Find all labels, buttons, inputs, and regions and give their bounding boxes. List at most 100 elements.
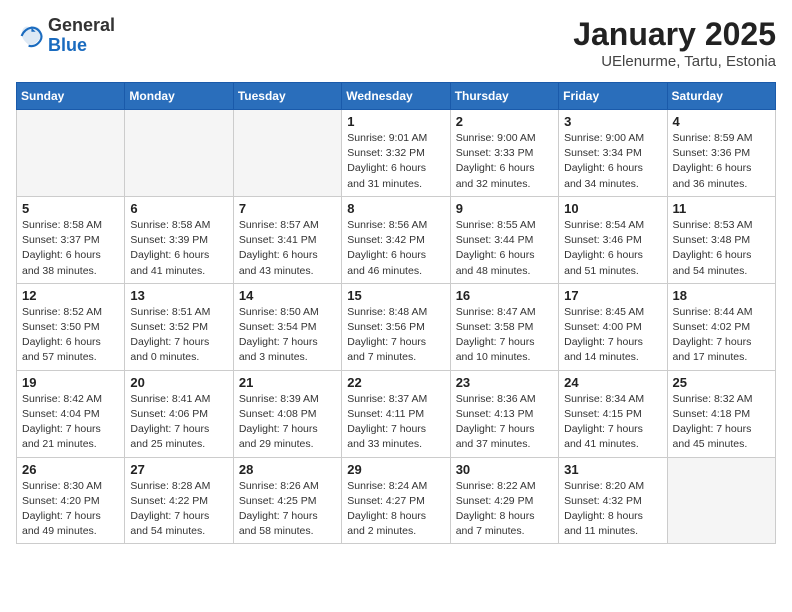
day-detail: Sunrise: 8:41 AM Sunset: 4:06 PM Dayligh… bbox=[130, 392, 227, 453]
day-number: 2 bbox=[456, 114, 553, 129]
day-number: 23 bbox=[456, 375, 553, 390]
week-row-4: 26 Sunrise: 8:30 AM Sunset: 4:20 PM Dayli… bbox=[17, 457, 776, 544]
calendar-cell: 3Sunrise: 9:00 AM Sunset: 3:34 PM Daylig… bbox=[559, 110, 667, 197]
day-detail: Sunrise: 9:01 AM Sunset: 3:32 PM Dayligh… bbox=[347, 131, 444, 192]
day-number: 8 bbox=[347, 201, 444, 216]
calendar-cell: 29 Sunrise: 8:24 AM Sunset: 4:27 PM Dayli… bbox=[342, 457, 450, 544]
calendar-cell: 6 Sunrise: 8:58 AM Sunset: 3:39 PM Daylig… bbox=[125, 196, 233, 283]
day-number: 21 bbox=[239, 375, 336, 390]
calendar-cell: 1 Sunrise: 9:01 AM Sunset: 3:32 PM Daylig… bbox=[342, 110, 450, 197]
day-detail: Sunrise: 8:34 AM Sunset: 4:15 PM Dayligh… bbox=[564, 392, 661, 453]
calendar-cell: 20 Sunrise: 8:41 AM Sunset: 4:06 PM Dayli… bbox=[125, 370, 233, 457]
day-detail: Sunrise: 8:52 AM Sunset: 3:50 PM Dayligh… bbox=[22, 305, 119, 366]
day-detail: Sunrise: 8:20 AM Sunset: 4:32 PM Dayligh… bbox=[564, 479, 661, 540]
day-number: 15 bbox=[347, 288, 444, 303]
calendar-cell: 26 Sunrise: 8:30 AM Sunset: 4:20 PM Dayli… bbox=[17, 457, 125, 544]
calendar-cell: 23 Sunrise: 8:36 AM Sunset: 4:13 PM Dayli… bbox=[450, 370, 558, 457]
day-detail: Sunrise: 8:36 AM Sunset: 4:13 PM Dayligh… bbox=[456, 392, 553, 453]
day-detail: Sunrise: 8:56 AM Sunset: 3:42 PM Dayligh… bbox=[347, 218, 444, 279]
day-number: 6 bbox=[130, 201, 227, 216]
day-number: 10 bbox=[564, 201, 661, 216]
day-detail: Sunrise: 8:59 AM Sunset: 3:36 PM Dayligh… bbox=[673, 131, 770, 192]
day-number: 4 bbox=[673, 114, 770, 129]
calendar-cell: 4 Sunrise: 8:59 AM Sunset: 3:36 PM Daylig… bbox=[667, 110, 775, 197]
day-number: 12 bbox=[22, 288, 119, 303]
day-number: 16 bbox=[456, 288, 553, 303]
day-detail: Sunrise: 8:51 AM Sunset: 3:52 PM Dayligh… bbox=[130, 305, 227, 366]
calendar-cell: 27 Sunrise: 8:28 AM Sunset: 4:22 PM Dayli… bbox=[125, 457, 233, 544]
calendar-cell: 25 Sunrise: 8:32 AM Sunset: 4:18 PM Dayli… bbox=[667, 370, 775, 457]
day-detail: Sunrise: 8:37 AM Sunset: 4:11 PM Dayligh… bbox=[347, 392, 444, 453]
calendar-cell: 16 Sunrise: 8:47 AM Sunset: 3:58 PM Dayli… bbox=[450, 283, 558, 370]
header-day-wednesday: Wednesday bbox=[342, 83, 450, 110]
calendar-cell: 14 Sunrise: 8:50 AM Sunset: 3:54 PM Dayli… bbox=[233, 283, 341, 370]
day-detail: Sunrise: 8:48 AM Sunset: 3:56 PM Dayligh… bbox=[347, 305, 444, 366]
header-row: SundayMondayTuesdayWednesdayThursdayFrid… bbox=[17, 83, 776, 110]
day-number: 31 bbox=[564, 462, 661, 477]
day-number: 27 bbox=[130, 462, 227, 477]
day-detail: Sunrise: 8:53 AM Sunset: 3:48 PM Dayligh… bbox=[673, 218, 770, 279]
calendar-cell: 10Sunrise: 8:54 AM Sunset: 3:46 PM Dayli… bbox=[559, 196, 667, 283]
day-number: 3 bbox=[564, 114, 661, 129]
day-number: 18 bbox=[673, 288, 770, 303]
day-number: 17 bbox=[564, 288, 661, 303]
calendar-cell: 5 Sunrise: 8:58 AM Sunset: 3:37 PM Daylig… bbox=[17, 196, 125, 283]
day-number: 30 bbox=[456, 462, 553, 477]
week-row-2: 12 Sunrise: 8:52 AM Sunset: 3:50 PM Dayli… bbox=[17, 283, 776, 370]
day-detail: Sunrise: 8:58 AM Sunset: 3:39 PM Dayligh… bbox=[130, 218, 227, 279]
calendar-cell: 2 Sunrise: 9:00 AM Sunset: 3:33 PM Daylig… bbox=[450, 110, 558, 197]
calendar-cell: 8 Sunrise: 8:56 AM Sunset: 3:42 PM Daylig… bbox=[342, 196, 450, 283]
day-detail: Sunrise: 8:44 AM Sunset: 4:02 PM Dayligh… bbox=[673, 305, 770, 366]
day-number: 14 bbox=[239, 288, 336, 303]
calendar-subtitle: UElenurme, Tartu, Estonia bbox=[573, 53, 776, 70]
day-detail: Sunrise: 8:32 AM Sunset: 4:18 PM Dayligh… bbox=[673, 392, 770, 453]
day-detail: Sunrise: 8:57 AM Sunset: 3:41 PM Dayligh… bbox=[239, 218, 336, 279]
calendar-cell: 28Sunrise: 8:26 AM Sunset: 4:25 PM Dayli… bbox=[233, 457, 341, 544]
day-number: 26 bbox=[22, 462, 119, 477]
day-detail: Sunrise: 8:47 AM Sunset: 3:58 PM Dayligh… bbox=[456, 305, 553, 366]
header-day-friday: Friday bbox=[559, 83, 667, 110]
calendar-cell: 7 Sunrise: 8:57 AM Sunset: 3:41 PM Daylig… bbox=[233, 196, 341, 283]
day-number: 7 bbox=[239, 201, 336, 216]
day-number: 1 bbox=[347, 114, 444, 129]
day-number: 5 bbox=[22, 201, 119, 216]
calendar-cell: 18 Sunrise: 8:44 AM Sunset: 4:02 PM Dayli… bbox=[667, 283, 775, 370]
day-detail: Sunrise: 8:58 AM Sunset: 3:37 PM Dayligh… bbox=[22, 218, 119, 279]
day-number: 29 bbox=[347, 462, 444, 477]
day-detail: Sunrise: 8:55 AM Sunset: 3:44 PM Dayligh… bbox=[456, 218, 553, 279]
day-number: 20 bbox=[130, 375, 227, 390]
day-number: 19 bbox=[22, 375, 119, 390]
calendar-cell: 11 Sunrise: 8:53 AM Sunset: 3:48 PM Dayli… bbox=[667, 196, 775, 283]
page-header: General Blue January 2025 UElenurme, Tar… bbox=[16, 16, 776, 70]
day-number: 25 bbox=[673, 375, 770, 390]
day-number: 11 bbox=[673, 201, 770, 216]
calendar-title: January 2025 bbox=[573, 16, 776, 53]
day-detail: Sunrise: 8:28 AM Sunset: 4:22 PM Dayligh… bbox=[130, 479, 227, 540]
calendar-cell: 21Sunrise: 8:39 AM Sunset: 4:08 PM Dayli… bbox=[233, 370, 341, 457]
calendar-cell bbox=[125, 110, 233, 197]
day-detail: Sunrise: 8:50 AM Sunset: 3:54 PM Dayligh… bbox=[239, 305, 336, 366]
day-detail: Sunrise: 9:00 AM Sunset: 3:33 PM Dayligh… bbox=[456, 131, 553, 192]
day-number: 9 bbox=[456, 201, 553, 216]
day-detail: Sunrise: 8:45 AM Sunset: 4:00 PM Dayligh… bbox=[564, 305, 661, 366]
header-day-monday: Monday bbox=[125, 83, 233, 110]
logo-icon bbox=[16, 22, 44, 50]
calendar-cell: 15 Sunrise: 8:48 AM Sunset: 3:56 PM Dayli… bbox=[342, 283, 450, 370]
calendar-header: SundayMondayTuesdayWednesdayThursdayFrid… bbox=[17, 83, 776, 110]
day-detail: Sunrise: 8:30 AM Sunset: 4:20 PM Dayligh… bbox=[22, 479, 119, 540]
calendar-cell: 13 Sunrise: 8:51 AM Sunset: 3:52 PM Dayli… bbox=[125, 283, 233, 370]
week-row-0: 1 Sunrise: 9:01 AM Sunset: 3:32 PM Daylig… bbox=[17, 110, 776, 197]
day-detail: Sunrise: 8:22 AM Sunset: 4:29 PM Dayligh… bbox=[456, 479, 553, 540]
calendar-cell: 22Sunrise: 8:37 AM Sunset: 4:11 PM Dayli… bbox=[342, 370, 450, 457]
calendar-cell bbox=[17, 110, 125, 197]
calendar-cell bbox=[233, 110, 341, 197]
title-block: January 2025 UElenurme, Tartu, Estonia bbox=[573, 16, 776, 70]
day-detail: Sunrise: 8:24 AM Sunset: 4:27 PM Dayligh… bbox=[347, 479, 444, 540]
day-number: 13 bbox=[130, 288, 227, 303]
header-day-tuesday: Tuesday bbox=[233, 83, 341, 110]
week-row-1: 5 Sunrise: 8:58 AM Sunset: 3:37 PM Daylig… bbox=[17, 196, 776, 283]
calendar-cell: 19Sunrise: 8:42 AM Sunset: 4:04 PM Dayli… bbox=[17, 370, 125, 457]
calendar-cell: 24Sunrise: 8:34 AM Sunset: 4:15 PM Dayli… bbox=[559, 370, 667, 457]
week-row-3: 19Sunrise: 8:42 AM Sunset: 4:04 PM Dayli… bbox=[17, 370, 776, 457]
logo: General Blue bbox=[16, 16, 115, 56]
